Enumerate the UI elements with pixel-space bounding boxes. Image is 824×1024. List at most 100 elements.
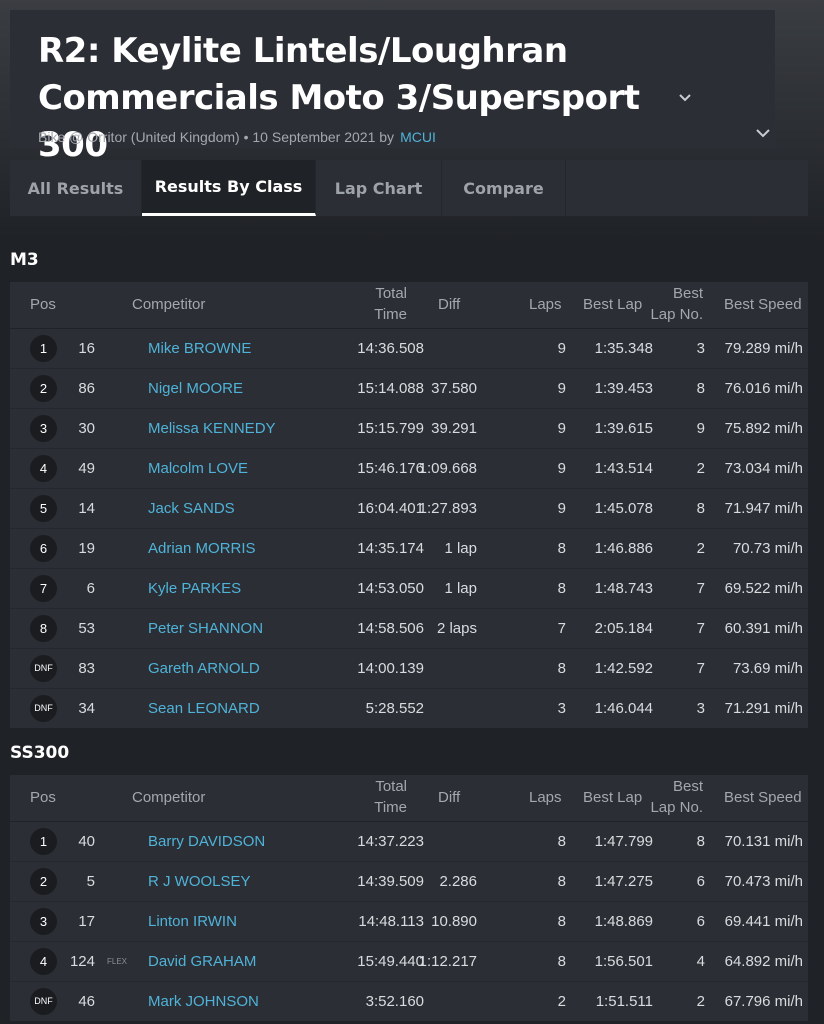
best-speed: 64.892 mi/h bbox=[724, 953, 803, 970]
position-badge: 2 bbox=[30, 375, 57, 402]
total-time: 5:28.552 bbox=[365, 700, 424, 717]
race-number: 34 bbox=[78, 700, 95, 717]
chevron-down-icon[interactable] bbox=[676, 88, 694, 106]
col-laps[interactable]: Laps bbox=[529, 294, 562, 315]
col-competitor[interactable]: Competitor bbox=[132, 787, 205, 808]
col-best-lap-no[interactable]: Best Lap No. bbox=[650, 776, 703, 818]
position-badge: 2 bbox=[30, 868, 57, 895]
best-lap: 1:35.348 bbox=[594, 340, 653, 357]
laps: 8 bbox=[557, 913, 566, 930]
position-badge: DNF bbox=[30, 988, 57, 1015]
competitor-name[interactable]: Gareth ARNOLD bbox=[148, 649, 260, 688]
col-best-lap-no[interactable]: Best Lap No. bbox=[650, 283, 703, 325]
table-row[interactable]: 5 14 Jack SANDS 16:04.401 1:27.893 9 1:45.078 8… bbox=[10, 489, 808, 529]
competitor-name[interactable]: Kyle PARKES bbox=[148, 569, 241, 608]
competitor-name[interactable]: Malcolm LOVE bbox=[148, 449, 248, 488]
class-title-ss300: SS300 bbox=[10, 743, 70, 763]
best-lap: 1:43.514 bbox=[594, 460, 653, 477]
col-best-lap[interactable]: Best Lap bbox=[583, 294, 642, 315]
total-time: 14:36.508 bbox=[357, 340, 424, 357]
diff: 1:12.217 bbox=[418, 953, 477, 970]
best-speed: 79.289 mi/h bbox=[724, 340, 803, 357]
best-lap: 1:46.044 bbox=[594, 700, 653, 717]
race-number: 17 bbox=[78, 913, 95, 930]
col-best-lap[interactable]: Best Lap bbox=[583, 787, 642, 808]
results-table-m3: Pos Competitor Total Time Diff Laps Best … bbox=[10, 282, 808, 728]
col-diff[interactable]: Diff bbox=[438, 294, 460, 315]
laps: 9 bbox=[557, 500, 566, 517]
competitor-name[interactable]: Barry DAVIDSON bbox=[148, 822, 265, 861]
col-best-speed[interactable]: Best Speed bbox=[724, 787, 802, 808]
laps: 8 bbox=[557, 540, 566, 557]
competitor-name[interactable]: Mike BROWNE bbox=[148, 329, 251, 368]
table-row[interactable]: 2 86 Nigel MOORE 15:14.088 37.580 9 1:39.453 8 7… bbox=[10, 369, 808, 409]
competitor-name[interactable]: Adrian MORRIS bbox=[148, 529, 256, 568]
laps: 9 bbox=[557, 380, 566, 397]
best-lap-no: 8 bbox=[696, 833, 705, 850]
competitor-name[interactable]: David GRAHAM bbox=[148, 942, 256, 981]
laps: 9 bbox=[557, 420, 566, 437]
event-details: Bike @ Orritor (United Kingdom) • 10 Sep… bbox=[38, 129, 395, 145]
table-row[interactable]: DNF 46 Mark JOHNSON 3:52.160 2 1:51.511 2 67.79… bbox=[10, 982, 808, 1021]
best-lap: 2:05.184 bbox=[594, 620, 653, 637]
position-badge: DNF bbox=[30, 655, 57, 682]
col-pos[interactable]: Pos bbox=[30, 294, 56, 315]
event-subtitle: Bike @ Orritor (United Kingdom) • 10 Sep… bbox=[38, 129, 436, 145]
best-speed: 76.016 mi/h bbox=[724, 380, 803, 397]
col-total-time[interactable]: Total Time bbox=[374, 776, 407, 818]
position-badge: 4 bbox=[30, 948, 57, 975]
position-badge: 5 bbox=[30, 495, 57, 522]
total-time: 15:49.440 bbox=[357, 953, 424, 970]
table-row[interactable]: 4 FLEX 124 David GRAHAM 15:49.440 1:12.217 8 1:… bbox=[10, 942, 808, 982]
table-header: Pos Competitor Total Time Diff Laps Best … bbox=[10, 775, 808, 822]
tab-lap-chart[interactable]: Lap Chart bbox=[316, 160, 442, 216]
best-lap: 1:48.869 bbox=[594, 913, 653, 930]
total-time: 14:58.506 bbox=[357, 620, 424, 637]
table-row[interactable]: 1 16 Mike BROWNE 14:36.508 9 1:35.348 3 79.289 … bbox=[10, 329, 808, 369]
competitor-name[interactable]: Sean LEONARD bbox=[148, 689, 260, 728]
position-badge: 8 bbox=[30, 615, 57, 642]
competitor-name[interactable]: R J WOOLSEY bbox=[148, 862, 251, 901]
competitor-name[interactable]: Melissa KENNEDY bbox=[148, 409, 276, 448]
best-lap: 1:56.501 bbox=[594, 953, 653, 970]
competitor-name[interactable]: Peter SHANNON bbox=[148, 609, 263, 648]
col-laps[interactable]: Laps bbox=[529, 787, 562, 808]
table-row[interactable]: 3 17 Linton IRWIN 14:48.113 10.890 8 1:48.869 6… bbox=[10, 902, 808, 942]
best-speed: 73.034 mi/h bbox=[724, 460, 803, 477]
table-row[interactable]: DNF 34 Sean LEONARD 5:28.552 3 1:46.044 3 71.29… bbox=[10, 689, 808, 728]
competitor-name[interactable]: Linton IRWIN bbox=[148, 902, 237, 941]
col-diff[interactable]: Diff bbox=[438, 787, 460, 808]
col-competitor[interactable]: Competitor bbox=[132, 294, 205, 315]
best-speed: 71.291 mi/h bbox=[724, 700, 803, 717]
tab-results-by-class[interactable]: Results By Class bbox=[142, 160, 316, 216]
table-row[interactable]: 4 49 Malcolm LOVE 15:46.176 1:09.668 9 1:43.51… bbox=[10, 449, 808, 489]
table-row[interactable]: 2 5 R J WOOLSEY 14:39.509 2.286 8 1:47.275 6 70.… bbox=[10, 862, 808, 902]
table-row[interactable]: 8 53 Peter SHANNON 14:58.506 2 laps 7 2:05.184… bbox=[10, 609, 808, 649]
expand-chevron-icon[interactable] bbox=[754, 124, 772, 142]
col-best-speed[interactable]: Best Speed bbox=[724, 294, 802, 315]
competitor-name[interactable]: Mark JOHNSON bbox=[148, 982, 259, 1021]
table-row[interactable]: 7 6 Kyle PARKES 14:53.050 1 lap 8 1:48.743 7 69.… bbox=[10, 569, 808, 609]
total-time: 15:46.176 bbox=[357, 460, 424, 477]
table-row[interactable]: 1 40 Barry DAVIDSON 14:37.223 8 1:47.799 8 70.1… bbox=[10, 822, 808, 862]
col-total-time[interactable]: Total Time bbox=[374, 283, 407, 325]
col-pos[interactable]: Pos bbox=[30, 787, 56, 808]
table-row[interactable]: 3 30 Melissa KENNEDY 15:15.799 39.291 9 1:39.6… bbox=[10, 409, 808, 449]
diff: 2.286 bbox=[439, 873, 477, 890]
competitor-name[interactable]: Jack SANDS bbox=[148, 489, 235, 528]
tab-all-results[interactable]: All Results bbox=[10, 160, 142, 216]
race-number: 6 bbox=[86, 580, 95, 597]
competitor-name[interactable]: Nigel MOORE bbox=[148, 369, 243, 408]
table-row[interactable]: DNF 83 Gareth ARNOLD 14:00.139 8 1:42.592 7 73.… bbox=[10, 649, 808, 689]
results-table-ss300: Pos Competitor Total Time Diff Laps Best … bbox=[10, 775, 808, 1021]
best-lap: 1:39.615 bbox=[594, 420, 653, 437]
total-time: 14:48.113 bbox=[358, 913, 424, 930]
diff: 1 lap bbox=[444, 540, 477, 557]
table-row[interactable]: 6 19 Adrian MORRIS 14:35.174 1 lap 8 1:46.886 2… bbox=[10, 529, 808, 569]
tab-compare[interactable]: Compare bbox=[442, 160, 566, 216]
best-speed: 70.473 mi/h bbox=[724, 873, 803, 890]
best-lap: 1:47.275 bbox=[594, 873, 653, 890]
total-time: 14:00.139 bbox=[357, 660, 424, 677]
total-time: 14:35.174 bbox=[357, 540, 424, 557]
author-link[interactable]: MCUI bbox=[400, 129, 436, 145]
